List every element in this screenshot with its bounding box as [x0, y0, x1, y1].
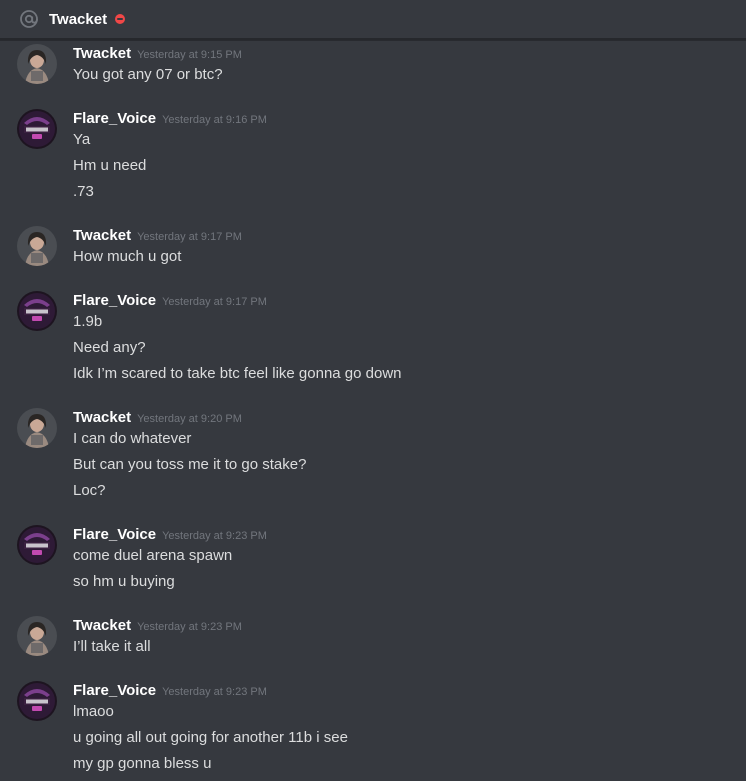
timestamp: Yesterday at 9:23 PM: [162, 530, 267, 542]
message-text: I can do whatever: [73, 430, 192, 447]
message-text: I’ll take it all: [73, 638, 151, 655]
author-name[interactable]: Twacket: [73, 409, 131, 426]
do-not-disturb-status-icon: [115, 14, 126, 24]
timestamp: Yesterday at 9:20 PM: [137, 413, 242, 425]
flare-voice-avatar[interactable]: [17, 681, 57, 721]
message-text: Ya: [73, 131, 91, 148]
twacket-avatar[interactable]: [17, 44, 57, 84]
timestamp: Yesterday at 9:17 PM: [137, 231, 242, 243]
author-name[interactable]: Twacket: [73, 617, 131, 634]
timestamp: Yesterday at 9:16 PM: [162, 114, 267, 126]
message-header: Twacket Yesterday at 9:17 PM: [73, 227, 242, 245]
message-text: come duel arena spawn: [73, 547, 233, 564]
timestamp: Yesterday at 9:23 PM: [162, 686, 267, 698]
flare-voice-avatar[interactable]: [17, 525, 57, 565]
message-header: Twacket Yesterday at 9:20 PM: [73, 409, 242, 427]
message-text: lmaoo: [73, 703, 114, 720]
message-text: Loc?: [73, 482, 106, 499]
message-header: Twacket Yesterday at 9:15 PM: [73, 45, 242, 63]
at-icon: [18, 8, 40, 30]
twacket-avatar[interactable]: [17, 616, 57, 656]
message-header: Twacket Yesterday at 9:23 PM: [73, 617, 242, 635]
message-text: Idk I’m scared to take btc feel like gon…: [73, 365, 402, 382]
message-text: .73: [73, 183, 94, 200]
author-name[interactable]: Flare_Voice: [73, 110, 156, 127]
author-name[interactable]: Flare_Voice: [73, 682, 156, 699]
message-text: You got any 07 or btc?: [73, 66, 223, 83]
message-text: How much u got: [73, 248, 182, 265]
message-text: Hm u need: [73, 157, 147, 174]
flare-voice-avatar[interactable]: [17, 109, 57, 149]
author-name[interactable]: Twacket: [73, 45, 131, 62]
twacket-avatar[interactable]: [17, 226, 57, 266]
channel-title[interactable]: Twacket: [49, 11, 107, 28]
message-header: Flare_Voice Yesterday at 9:16 PM: [73, 110, 267, 128]
message-header: Flare_Voice Yesterday at 9:23 PM: [73, 682, 267, 700]
timestamp: Yesterday at 9:17 PM: [162, 296, 267, 308]
author-name[interactable]: Twacket: [73, 227, 131, 244]
channel-header: Twacket: [0, 0, 746, 40]
message-text: my gp gonna bless u: [73, 755, 212, 772]
message-header: Flare_Voice Yesterday at 9:17 PM: [73, 292, 267, 310]
author-name[interactable]: Flare_Voice: [73, 292, 156, 309]
message-text: Need any?: [73, 339, 146, 356]
message-text: so hm u buying: [73, 573, 175, 590]
twacket-avatar[interactable]: [17, 408, 57, 448]
message-text: But can you toss me it to go stake?: [73, 456, 307, 473]
message-text: u going all out going for another 11b i …: [73, 729, 348, 746]
timestamp: Yesterday at 9:23 PM: [137, 621, 242, 633]
timestamp: Yesterday at 9:15 PM: [137, 49, 242, 61]
flare-voice-avatar[interactable]: [17, 291, 57, 331]
message-header: Flare_Voice Yesterday at 9:23 PM: [73, 526, 267, 544]
message-text: 1.9b: [73, 313, 103, 330]
message-list[interactable]: Twacket Yesterday at 9:15 PM You got any …: [0, 42, 746, 781]
author-name[interactable]: Flare_Voice: [73, 526, 156, 543]
